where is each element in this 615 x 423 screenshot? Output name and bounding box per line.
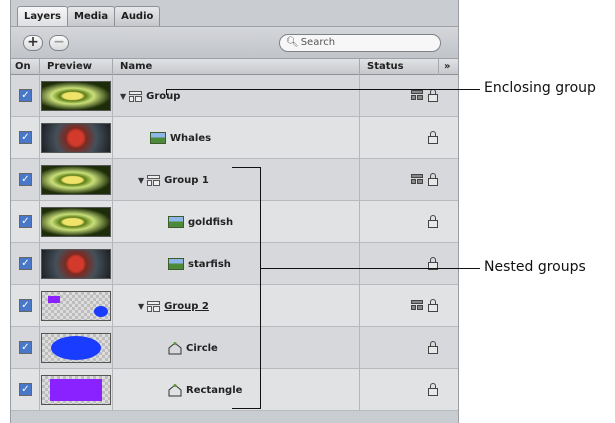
layer-row[interactable]: ✓ Circle	[11, 327, 458, 369]
magnifier-icon: 🔍︎	[286, 37, 299, 48]
shape-layer-icon	[168, 341, 182, 355]
toolbar: + − 🔍︎ Search	[11, 26, 458, 58]
layer-name-cell: ▼ Group 2	[138, 285, 209, 327]
visibility-checkbox[interactable]: ✓	[19, 341, 32, 354]
visibility-checkbox[interactable]: ✓	[19, 131, 32, 144]
column-preview[interactable]: Preview	[47, 61, 92, 72]
layer-name-cell: ▼ Group	[120, 75, 180, 117]
layer-name[interactable]: Group	[146, 91, 180, 102]
nested-groups-callout: Nested groups	[484, 259, 586, 275]
search-input[interactable]: 🔍︎ Search	[279, 34, 441, 52]
layer-preview-thumbnail	[41, 123, 111, 153]
image-layer-icon	[150, 132, 166, 144]
layers-panel: Layers Media Audio + − 🔍︎ Search On Previ…	[10, 0, 459, 423]
layer-name[interactable]: goldfish	[188, 217, 233, 228]
shape-layer-icon	[168, 383, 182, 397]
tab-bar: Layers Media Audio	[17, 6, 161, 26]
layer-row[interactable]: ✓ goldfish	[11, 201, 458, 243]
tab-layers[interactable]: Layers	[17, 6, 68, 26]
image-layer-icon	[168, 216, 184, 228]
layer-row[interactable]: ✓ starfish	[11, 243, 458, 285]
visibility-checkbox[interactable]: ✓	[19, 383, 32, 396]
enclosing-callout-line	[166, 89, 480, 90]
visibility-checkbox[interactable]: ✓	[19, 89, 32, 102]
layer-name[interactable]: Group 1	[164, 175, 209, 186]
bracket-top	[232, 167, 261, 168]
disclosure-triangle-icon[interactable]: ▼	[138, 302, 144, 311]
group-icon	[147, 174, 161, 186]
layer-preview-thumbnail	[41, 207, 111, 237]
layer-name[interactable]: Group 2	[164, 301, 209, 312]
layer-preview-thumbnail	[41, 291, 111, 321]
layer-name-cell: Whales	[150, 117, 211, 159]
column-name[interactable]: Name	[120, 61, 152, 72]
layer-name-cell: Circle	[168, 327, 218, 369]
column-status[interactable]: Status	[367, 61, 404, 72]
add-layer-button[interactable]: +	[23, 35, 43, 51]
remove-layer-button[interactable]: −	[49, 35, 69, 51]
disclosure-triangle-icon[interactable]: ▼	[138, 176, 144, 185]
layer-preview-thumbnail	[41, 333, 111, 363]
column-header: On Preview Name Status »	[11, 58, 458, 75]
tab-media[interactable]: Media	[67, 6, 116, 26]
visibility-checkbox[interactable]: ✓	[19, 215, 32, 228]
search-placeholder: Search	[300, 37, 336, 48]
layer-preview-thumbnail	[41, 81, 111, 111]
layer-name[interactable]: starfish	[188, 259, 231, 270]
visibility-checkbox[interactable]: ✓	[19, 299, 32, 312]
layer-preview-thumbnail	[41, 249, 111, 279]
lock-icon[interactable]	[428, 131, 438, 144]
visibility-checkbox[interactable]: ✓	[19, 257, 32, 270]
group-status-icon	[411, 300, 423, 310]
layer-name-cell: starfish	[168, 243, 231, 285]
lock-icon[interactable]	[428, 383, 438, 396]
column-more-chevron[interactable]: »	[444, 61, 450, 72]
lock-icon[interactable]	[428, 89, 438, 102]
layer-list: ✓ ▼ Group ✓ Whales ✓ ▼ Group 1 ✓ goldfish ✓ starfis…	[11, 75, 458, 411]
layer-row[interactable]: ✓ Rectangle	[11, 369, 458, 411]
bracket-bottom	[232, 408, 261, 409]
enclosing-group-callout: Enclosing group	[484, 80, 596, 96]
layer-name-cell: Rectangle	[168, 369, 242, 411]
nested-callout-line	[260, 268, 480, 269]
image-layer-icon	[168, 258, 184, 270]
group-icon	[147, 300, 161, 312]
enclosing-callout-tick	[166, 89, 167, 95]
group-status-icon	[411, 174, 423, 184]
group-icon	[129, 90, 143, 102]
layer-name[interactable]: Circle	[186, 343, 218, 354]
layer-row[interactable]: ✓ ▼ Group 1	[11, 159, 458, 201]
layer-preview-thumbnail	[41, 165, 111, 195]
layer-name-cell: ▼ Group 1	[138, 159, 209, 201]
layer-row[interactable]: ✓ ▼ Group 2	[11, 285, 458, 327]
column-on[interactable]: On	[15, 61, 31, 72]
layer-name-cell: goldfish	[168, 201, 233, 243]
bracket-vertical	[260, 167, 261, 409]
layer-preview-thumbnail	[41, 375, 111, 405]
layer-name[interactable]: Rectangle	[186, 385, 242, 396]
lock-icon[interactable]	[428, 215, 438, 228]
group-status-icon	[411, 90, 423, 100]
layer-name[interactable]: Whales	[170, 133, 211, 144]
lock-icon[interactable]	[428, 341, 438, 354]
layer-row[interactable]: ✓ Whales	[11, 117, 458, 159]
tab-audio[interactable]: Audio	[114, 6, 161, 26]
lock-icon[interactable]	[428, 173, 438, 186]
disclosure-triangle-icon[interactable]: ▼	[120, 92, 126, 101]
visibility-checkbox[interactable]: ✓	[19, 173, 32, 186]
layer-row[interactable]: ✓ ▼ Group	[11, 75, 458, 117]
lock-icon[interactable]	[428, 299, 438, 312]
